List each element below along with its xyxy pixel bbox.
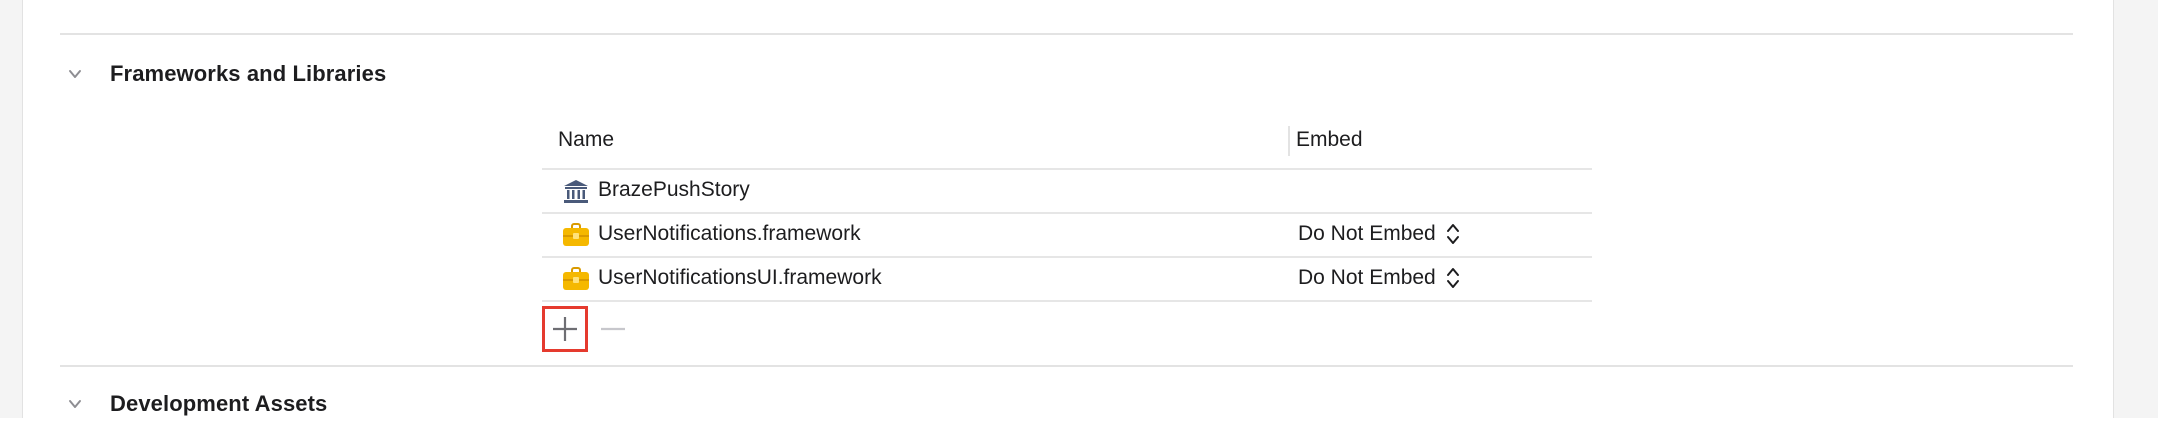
section-title: Development Assets (110, 391, 328, 416)
bank-library-icon (564, 180, 588, 203)
up-down-chevron-icon (1446, 224, 1459, 244)
add-framework-button[interactable] (542, 306, 588, 352)
development-assets-section-header[interactable]: Development Assets (68, 384, 327, 424)
section-title: Frameworks and Libraries (110, 61, 387, 86)
plus-icon (553, 317, 577, 341)
embed-popup-button[interactable]: Do Not Embed (1298, 266, 1460, 290)
table-row[interactable]: UserNotifications.framework Do Not Embed (542, 214, 1592, 258)
left-gutter (0, 0, 23, 418)
column-header-name[interactable]: Name (558, 128, 614, 152)
row-name: UserNotifications.framework (598, 222, 861, 245)
table-row[interactable]: UserNotificationsUI.framework Do Not Emb… (542, 258, 1592, 302)
section-divider-top (60, 33, 2073, 35)
row-name: BrazePushStory (598, 178, 750, 201)
embed-value: Do Not Embed (1298, 222, 1436, 245)
table-row[interactable]: BrazePushStory (542, 170, 1592, 214)
frameworks-section-header[interactable]: Frameworks and Libraries (68, 54, 386, 94)
section-divider-bottom (60, 365, 2073, 367)
embed-popup-button[interactable]: Do Not Embed (1298, 222, 1460, 246)
right-gutter (2113, 0, 2158, 418)
up-down-chevron-icon (1446, 268, 1459, 288)
chevron-down-icon[interactable] (68, 397, 82, 411)
embed-value: Do Not Embed (1298, 266, 1436, 289)
chevron-down-icon[interactable] (68, 67, 82, 81)
toolbox-framework-icon (563, 267, 589, 290)
minus-icon (601, 327, 625, 331)
remove-framework-button[interactable] (590, 306, 636, 352)
toolbox-framework-icon (563, 223, 589, 246)
table-header: Name Embed (542, 120, 1592, 170)
frameworks-table: Name Embed BrazePushStory UserNotificati… (542, 120, 1592, 302)
column-header-embed[interactable]: Embed (1296, 128, 1363, 152)
add-remove-controls (542, 304, 636, 354)
row-name: UserNotificationsUI.framework (598, 266, 882, 289)
column-divider[interactable] (1288, 126, 1290, 156)
